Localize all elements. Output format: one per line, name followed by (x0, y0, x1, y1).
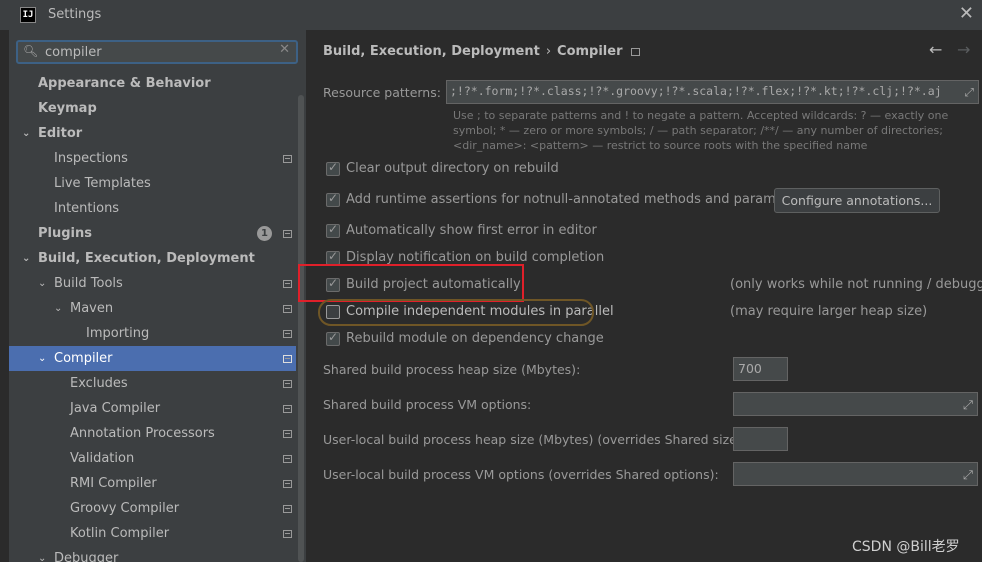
project-scope-icon (283, 355, 292, 363)
sidebar-scrollbar[interactable] (298, 95, 304, 562)
tree-item-inspections[interactable]: Inspections (9, 146, 296, 171)
runtime-assertions-checkbox[interactable] (326, 191, 340, 207)
clear-search-icon[interactable]: ✕ (279, 42, 290, 57)
close-icon[interactable]: ✕ (959, 4, 974, 24)
local-vm-label: User-local build process VM options (ove… (323, 467, 719, 482)
breadcrumb-current: Compiler (557, 44, 623, 59)
project-scope-icon (283, 230, 292, 238)
rebuild-dependency-checkbox[interactable] (326, 330, 340, 346)
settings-sidebar: 🔍︎ ✕ Appearance & Behavior Keymap ⌄ Edit… (0, 30, 306, 562)
chevron-down-icon[interactable]: ⌄ (38, 271, 46, 296)
tree-item-keymap[interactable]: Keymap (9, 96, 296, 121)
tree-item-groovy-compiler[interactable]: Groovy Compiler (9, 496, 296, 521)
chevron-down-icon[interactable]: ⌄ (54, 296, 62, 321)
chevron-down-icon[interactable]: ⌄ (22, 121, 30, 146)
tree-item-editor[interactable]: ⌄ Editor (9, 121, 296, 146)
search-input[interactable] (45, 43, 275, 61)
project-scope-icon (283, 480, 292, 488)
project-scope-icon (283, 505, 292, 513)
chevron-down-icon[interactable]: ⌄ (22, 246, 30, 271)
project-scope-icon (283, 455, 292, 463)
search-icon: 🔍︎ (23, 44, 39, 58)
csdn-watermark: CSDN @Bill老罗 (852, 539, 960, 555)
project-scope-icon (283, 330, 292, 338)
update-count-badge: 1 (257, 226, 272, 241)
tree-item-compiler[interactable]: ⌄ Compiler (9, 346, 296, 371)
resource-patterns-hint: Use ; to separate patterns and ! to nega… (453, 109, 949, 152)
breadcrumb-separator: › (545, 44, 552, 59)
breadcrumb-parent[interactable]: Build, Execution, Deployment (323, 44, 540, 59)
tree-item-importing[interactable]: Importing (9, 321, 296, 346)
project-scope-icon (283, 280, 292, 288)
focus-ring (318, 299, 594, 326)
build-automatically-note: (only works while not running / debuggin… (730, 277, 982, 292)
expand-field-icon[interactable]: ⤢ (963, 467, 973, 483)
intellij-app-icon: IJ (20, 7, 36, 23)
tree-item-rmi-compiler[interactable]: RMI Compiler (9, 471, 296, 496)
tree-item-kotlin-compiler[interactable]: Kotlin Compiler (9, 521, 296, 546)
title-bar: IJ Settings ✕ (0, 0, 982, 30)
resource-patterns-field[interactable]: ;!?*.form;!?*.class;!?*.groovy;!?*.scala… (446, 80, 979, 104)
project-scope-icon (283, 305, 292, 313)
local-heap-label: User-local build process heap size (Mbyt… (323, 432, 746, 447)
project-scope-icon (283, 405, 292, 413)
shared-vm-label: Shared build process VM options: (323, 397, 532, 412)
local-heap-input[interactable] (733, 427, 788, 451)
configure-annotations-button[interactable]: Configure annotations... (774, 188, 940, 213)
show-first-error-checkbox[interactable] (326, 222, 340, 238)
tree-item-live-templates[interactable]: Live Templates (9, 171, 296, 196)
compile-parallel-note: (may require larger heap size) (730, 304, 928, 319)
tree-item-maven[interactable]: ⌄ Maven (9, 296, 296, 321)
project-scope-icon (283, 430, 292, 438)
tree-item-excludes[interactable]: Excludes (9, 371, 296, 396)
clear-output-checkbox[interactable] (326, 160, 340, 176)
settings-search[interactable]: 🔍︎ ✕ (16, 40, 298, 64)
shared-heap-label: Shared build process heap size (Mbytes): (323, 362, 581, 377)
tree-item-plugins[interactable]: Plugins 1 (9, 221, 296, 246)
tree-item-annotation-processors[interactable]: Annotation Processors (9, 421, 296, 446)
expand-field-icon[interactable]: ⤢ (965, 85, 974, 100)
resource-patterns-label: Resource patterns: (323, 85, 441, 100)
highlight-annotation-box (298, 264, 524, 302)
tree-item-appearance-behavior[interactable]: Appearance & Behavior (9, 71, 296, 96)
breadcrumb: Build, Execution, Deployment › Compiler (323, 44, 640, 59)
window-title: Settings (48, 7, 102, 22)
project-scope-icon (283, 380, 292, 388)
project-scope-icon (283, 155, 292, 163)
left-window-edge (0, 30, 9, 562)
back-arrow-icon[interactable]: ← (929, 40, 942, 59)
chevron-down-icon[interactable]: ⌄ (38, 546, 46, 562)
tree-item-validation[interactable]: Validation (9, 446, 296, 471)
tree-item-build-execution-deployment[interactable]: ⌄ Build, Execution, Deployment (9, 246, 296, 271)
tree-item-debugger[interactable]: ⌄ Debugger (9, 546, 296, 562)
tree-item-intentions[interactable]: Intentions (9, 196, 296, 221)
chevron-down-icon[interactable]: ⌄ (38, 346, 46, 371)
tree-item-build-tools[interactable]: ⌄ Build Tools (9, 271, 296, 296)
project-scope-icon (630, 47, 640, 56)
shared-heap-input[interactable]: 700 (733, 357, 788, 381)
display-notification-checkbox[interactable] (326, 249, 340, 265)
expand-field-icon[interactable]: ⤢ (963, 397, 973, 413)
local-vm-input[interactable]: ⤢ (733, 462, 978, 486)
project-scope-icon (283, 530, 292, 538)
shared-vm-input[interactable]: ⤢ (733, 392, 978, 416)
tree-item-java-compiler[interactable]: Java Compiler (9, 396, 296, 421)
forward-arrow-icon[interactable]: → (957, 40, 970, 59)
